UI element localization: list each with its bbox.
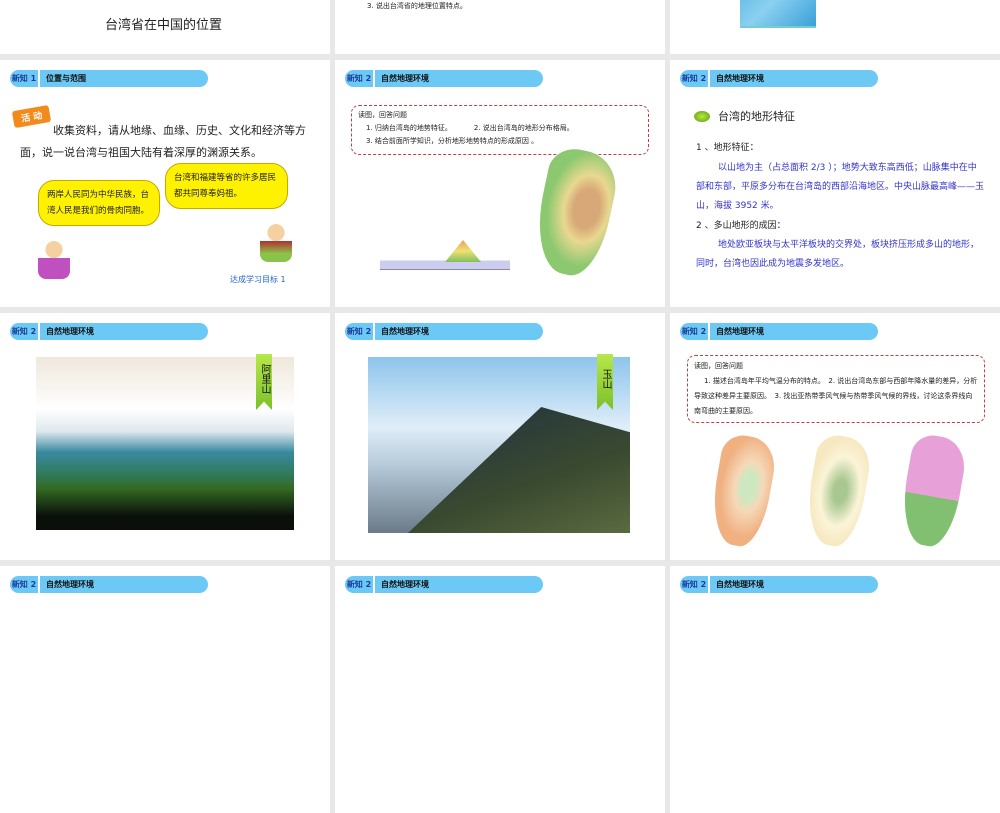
precipitation-map: [800, 432, 875, 550]
section-title: 自然地理环境: [716, 580, 764, 589]
slide-title: 台湾省在中国的位置: [105, 18, 223, 33]
learning-goal-link[interactable]: 达成学习目标 1: [230, 274, 286, 285]
section-number: 新知 2: [345, 576, 375, 593]
slide-thumbnail-11[interactable]: 新知 2 自然地理环境: [335, 566, 665, 813]
boy-character-image: [260, 220, 292, 262]
section-title: 自然地理环境: [716, 327, 764, 336]
section-header: 新知 2 自然地理环境: [680, 70, 878, 87]
slide-thumbnail-12[interactable]: 新知 2 自然地理环境: [670, 566, 1000, 813]
slide-thumbnail-5[interactable]: 新知 2 自然地理环境 读图，回答问题 1. 归纳台湾岛的地势特征。 2. 说出台湾…: [335, 60, 665, 307]
section-title: 位置与范围: [46, 74, 86, 83]
climate-zone-map: [895, 432, 970, 550]
slide-thumbnail-9[interactable]: 新知 2 自然地理环境 读图，回答问题 1. 描述台湾岛年平均气温分布的特点。 2…: [670, 313, 1000, 560]
question-1: 1. 归纳台湾岛的地势特征。: [366, 124, 452, 132]
slide-thumbnail-6[interactable]: 新知 2 自然地理环境 台湾的地形特征 1 、地形特征： 以山地为主（占总面积 2…: [670, 60, 1000, 307]
section-header: 新知 2 自然地理环境: [10, 323, 208, 340]
map-image: [740, 0, 816, 28]
paragraph-1: 以山地为主（占总面积 2/3 ）；地势大致东高西低；山脉集中在中部和东部，平原多…: [696, 163, 985, 211]
activity-text: 收集资料，请从地缘、血缘、历史、文化和经济等方面，说一说台湾与祖国大陆有着深厚的…: [20, 124, 306, 159]
section-header: 新知 2 自然地理环境: [680, 323, 878, 340]
slide-thumbnail-2[interactable]: 3. 说出台湾省的地理位置特点。: [335, 0, 665, 54]
question-box-title: 读图，回答问题: [694, 362, 743, 370]
question-box: 读图，回答问题 1. 归纳台湾岛的地势特征。 2. 说出台湾岛的地形分布格局。 3…: [351, 105, 649, 155]
terrain-profile-image: [380, 235, 510, 270]
slide-thumbnail-8[interactable]: 新知 2 自然地理环境 玉山: [335, 313, 665, 560]
section-title: 自然地理环境: [46, 327, 94, 336]
section-number: 新知 2: [680, 70, 710, 87]
section-header: 新知 2 自然地理环境: [345, 576, 543, 593]
heading-1: 1 、地形特征：: [696, 143, 759, 153]
subtitle: 台湾的地形特征: [718, 110, 795, 123]
alishan-photo: [36, 357, 294, 530]
paragraph-2: 地处欧亚板块与太平洋板块的交界处，板块挤压形成多山的地形，同时，台湾也因此成为地…: [696, 240, 980, 269]
section-number: 新知 2: [680, 576, 710, 593]
heading-2: 2 、多山地形的成因：: [696, 221, 786, 231]
section-header: 新知 2 自然地理环境: [680, 576, 878, 593]
question-2: 2. 说出台湾岛的地形分布格局。: [473, 124, 574, 132]
taiwan-terrain-map: [527, 144, 623, 281]
section-header: 新知 1 位置与范围: [10, 70, 208, 87]
speech-bubble-right: 台湾和福建等省的许多居民都共同尊奉妈祖。: [165, 163, 288, 209]
section-number: 新知 2: [345, 70, 375, 87]
yushan-photo: [368, 357, 630, 533]
slide-thumbnail-1[interactable]: 台湾省在中国的位置: [0, 0, 330, 54]
temperature-map: [705, 432, 780, 550]
question-box-title: 读图，回答问题: [358, 111, 407, 119]
section-header: 新知 2 自然地理环境: [345, 70, 543, 87]
slide-thumbnail-3[interactable]: [670, 0, 1000, 54]
slide-thumbnail-10[interactable]: 新知 2 自然地理环境: [0, 566, 330, 813]
section-header: 新知 2 自然地理环境: [10, 576, 208, 593]
question-text: 3. 说出台湾省的地理位置特点。: [367, 2, 467, 10]
section-title: 自然地理环境: [381, 580, 429, 589]
section-number: 新知 2: [10, 576, 40, 593]
girl-character-image: [38, 237, 70, 279]
section-number: 新知 2: [680, 323, 710, 340]
question-box: 读图，回答问题 1. 描述台湾岛年平均气温分布的特点。 2. 说出台湾岛东部与西…: [687, 355, 985, 423]
section-title: 自然地理环境: [381, 327, 429, 336]
question-3: 3. 结合前面所学知识，分析地形地势特点的形成原因 。: [366, 137, 539, 145]
section-number: 新知 1: [10, 70, 40, 87]
question-text: 1. 描述台湾岛年平均气温分布的特点。 2. 说出台湾岛东部与西部年降水量的差异…: [694, 377, 978, 415]
speech-bubble-left: 两岸人民同为中华民族，台湾人民是我们的骨肉同胞。: [38, 180, 160, 226]
section-title: 自然地理环境: [716, 74, 764, 83]
section-title: 自然地理环境: [381, 74, 429, 83]
slide-thumbnail-7[interactable]: 新知 2 自然地理环境 阿里山: [0, 313, 330, 560]
section-number: 新知 2: [345, 323, 375, 340]
section-header: 新知 2 自然地理环境: [345, 323, 543, 340]
bullet-icon: [694, 111, 710, 122]
slide-thumbnail-4[interactable]: 新知 1 位置与范围 活 动 收集资料，请从地缘、血缘、历史、文化和经济等方面，说…: [0, 60, 330, 307]
section-number: 新知 2: [10, 323, 40, 340]
section-title: 自然地理环境: [46, 580, 94, 589]
